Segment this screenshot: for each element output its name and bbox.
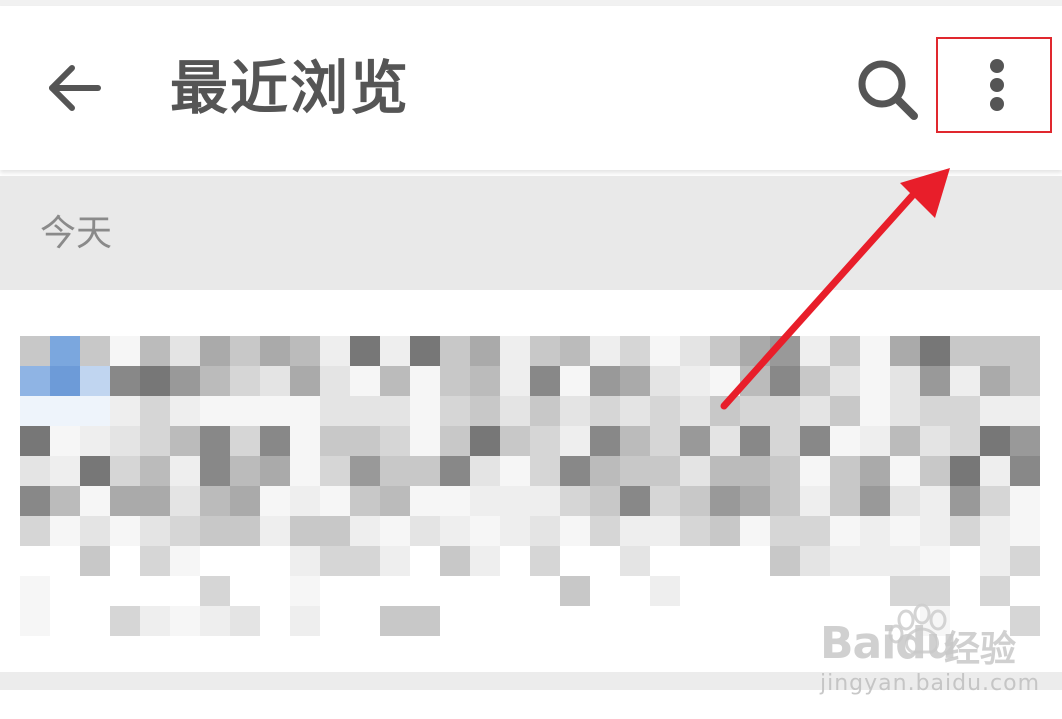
watermark-brand: Baidu	[820, 618, 957, 669]
history-list	[0, 292, 1062, 672]
arrow-left-icon	[49, 65, 101, 111]
more-vert-icon	[990, 59, 1004, 111]
back-button[interactable]	[40, 54, 110, 124]
search-icon	[858, 60, 918, 120]
watermark-url: jingyan.baidu.com	[820, 671, 1041, 696]
watermark-product: 经验	[944, 629, 1017, 670]
search-button[interactable]	[852, 54, 924, 126]
section-header	[0, 176, 1062, 290]
section-label-today: 今天	[40, 213, 113, 254]
more-options-button[interactable]	[936, 32, 1054, 134]
page-title: 最近浏览	[170, 54, 411, 122]
